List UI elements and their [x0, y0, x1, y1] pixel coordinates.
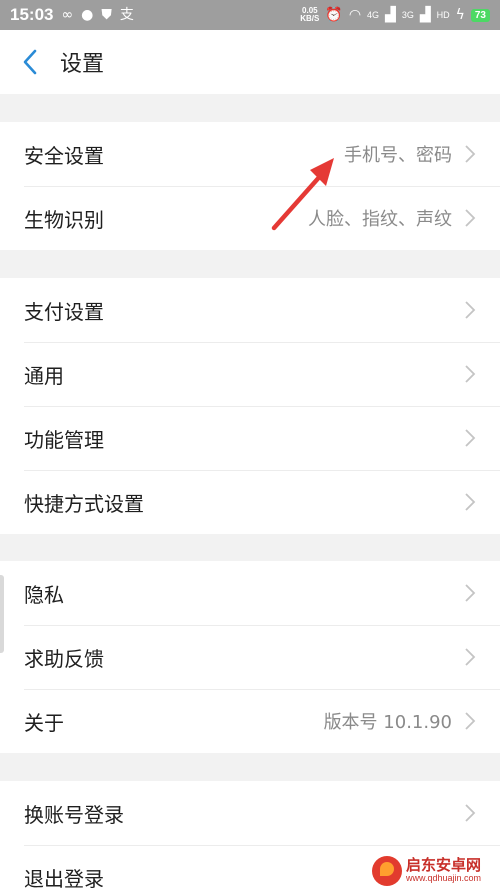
settings-group-account: 安全设置 手机号、密码 生物识别 人脸、指纹、声纹: [0, 122, 500, 250]
chevron-right-icon: [465, 493, 476, 511]
infinity-icon: ∞: [61, 7, 74, 23]
alipay-icon: 支: [119, 7, 134, 23]
status-right-icons: 0.05 KB/S ⏰ ◠ 4G ▟ 3G ▟ HD ϟ 73: [300, 7, 490, 23]
signal-icon-2: ▟: [419, 7, 431, 23]
page-title: 设置: [60, 52, 105, 77]
row-privacy[interactable]: 隐私: [0, 561, 500, 625]
chevron-right-icon: [465, 712, 476, 730]
row-label: 隐私: [24, 582, 64, 607]
chevron-right-icon: [465, 209, 476, 227]
row-help-feedback[interactable]: 求助反馈: [0, 625, 500, 689]
row-security-settings[interactable]: 安全设置 手机号、密码: [0, 122, 500, 186]
row-right: 手机号、密码: [344, 141, 476, 167]
row-label: 功能管理: [24, 427, 104, 452]
row-right: [464, 300, 476, 320]
watermark-text: 启东安卓网 www.qdhuajin.com: [406, 855, 482, 883]
network-speed: 0.05 KB/S: [300, 7, 319, 23]
settings-group-privacy: 隐私 求助反馈 关于 版本号 10.1.90: [0, 561, 500, 753]
chevron-right-icon: [465, 301, 476, 319]
row-label: 关于: [24, 710, 64, 735]
row-right: 人脸、指纹、声纹: [308, 205, 476, 231]
row-label: 退出登录: [24, 866, 104, 889]
network-3g-label: 3G: [401, 10, 414, 20]
chevron-right-icon: [465, 365, 476, 383]
status-bar: 15:03 ∞ ● ⛊ 支 0.05 KB/S ⏰ ◠ 4G ▟ 3G ▟ HD…: [0, 0, 500, 30]
network-4g-label: 4G: [367, 10, 380, 20]
battery-indicator: 73: [470, 8, 490, 22]
row-right: [464, 647, 476, 667]
network-speed-unit: KB/S: [300, 14, 320, 23]
status-time: 15:03: [10, 5, 54, 24]
row-label: 通用: [24, 363, 64, 388]
row-label: 生物识别: [24, 207, 104, 232]
row-label: 安全设置: [24, 143, 104, 168]
watermark: 启东安卓网 www.qdhuajin.com: [372, 852, 500, 889]
row-label: 换账号登录: [24, 802, 124, 827]
row-right: [464, 492, 476, 512]
row-value: 版本号 10.1.90: [323, 712, 452, 733]
row-value: 人脸、指纹、声纹: [308, 209, 452, 230]
watermark-logo-icon: [372, 855, 402, 886]
signal-icon: ▟: [385, 7, 396, 23]
hd-label: HD: [436, 10, 450, 20]
edge-handle[interactable]: [0, 575, 4, 653]
row-right: [464, 583, 476, 603]
row-right: [464, 803, 476, 823]
chat-bubble-icon: ●: [81, 7, 94, 23]
row-biometrics[interactable]: 生物识别 人脸、指纹、声纹: [0, 186, 500, 250]
row-label: 支付设置: [24, 299, 104, 324]
row-label: 快捷方式设置: [24, 491, 144, 516]
row-switch-account[interactable]: 换账号登录: [0, 781, 500, 845]
back-button[interactable]: [0, 30, 60, 94]
row-feature-management[interactable]: 功能管理: [0, 406, 500, 470]
chevron-right-icon: [465, 804, 476, 822]
alarm-icon: ⏰: [325, 7, 343, 23]
shield-icon: ⛊: [101, 7, 112, 23]
row-shortcut-settings[interactable]: 快捷方式设置: [0, 470, 500, 534]
row-right: [464, 428, 476, 448]
chevron-right-icon: [465, 648, 476, 666]
wifi-icon: ◠: [348, 7, 362, 23]
watermark-title: 启东安卓网: [406, 855, 482, 874]
header-bar: 设置: [0, 30, 500, 94]
row-about[interactable]: 关于 版本号 10.1.90: [0, 689, 500, 753]
chevron-left-icon: [23, 49, 37, 75]
row-value: 手机号、密码: [344, 145, 452, 166]
chevron-right-icon: [465, 145, 476, 163]
row-general[interactable]: 通用: [0, 342, 500, 406]
row-right: [464, 364, 476, 384]
charging-icon: ϟ: [455, 7, 465, 23]
chevron-right-icon: [465, 584, 476, 602]
row-label: 求助反馈: [24, 646, 104, 671]
watermark-url: www.qdhuajin.com: [406, 872, 482, 883]
settings-group-general: 支付设置 通用 功能管理 快捷方式设置: [0, 278, 500, 534]
row-payment-settings[interactable]: 支付设置: [0, 278, 500, 342]
row-right: 版本号 10.1.90: [324, 708, 476, 734]
status-left-icons: ∞ ● ⛊ 支: [61, 8, 133, 22]
chevron-right-icon: [465, 429, 476, 447]
